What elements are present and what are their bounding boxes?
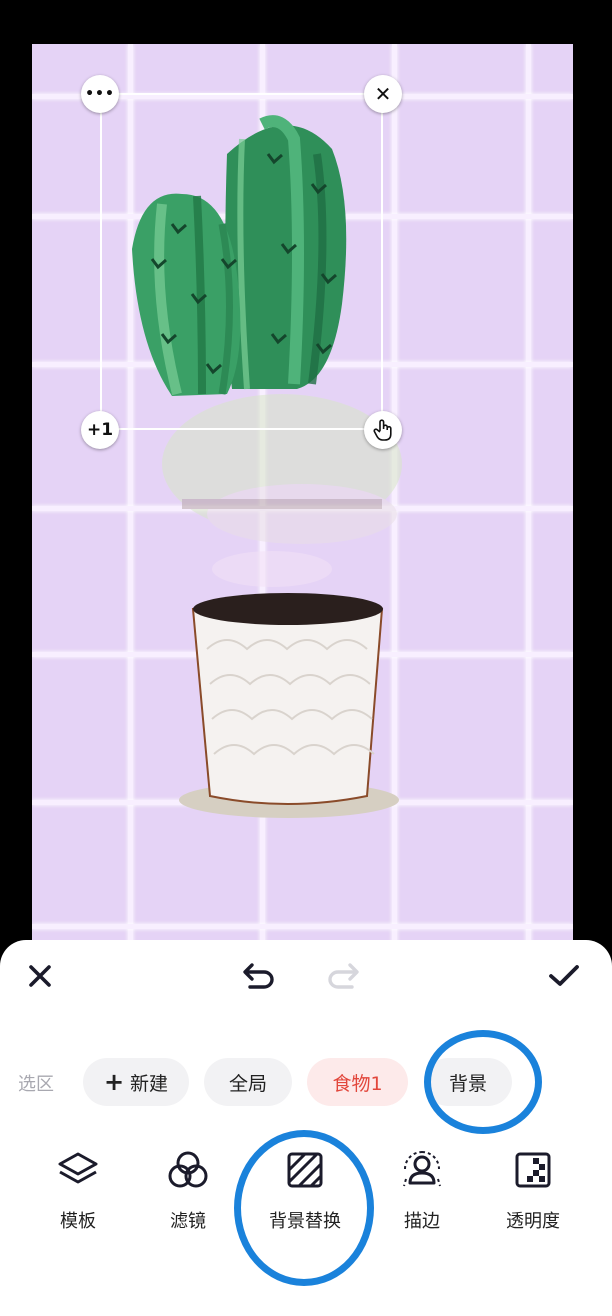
tool-template[interactable]: 模板 [30,1145,126,1233]
layers-icon [58,1152,98,1184]
chip-food-1[interactable]: 食物1 [307,1058,408,1106]
undo-button[interactable] [240,956,280,996]
background-replace-icon [287,1152,323,1188]
duplicate-handle[interactable]: +1 [81,411,119,449]
plus-icon: + [103,1068,125,1096]
tool-filter[interactable]: 滤镜 [140,1145,236,1233]
edit-toolbar [0,940,612,1010]
chip-global[interactable]: 全局 [204,1058,292,1106]
tool-label: 滤镜 [170,1211,206,1232]
drag-handle[interactable] [364,411,402,449]
chip-label: 全局 [228,1072,267,1095]
chip-new[interactable]: + 新建 [83,1058,189,1106]
duplicate-label: +1 [86,420,114,440]
tool-label: 背景替换 [269,1211,341,1232]
tool-bar: 模板 滤镜 背景替换 描边 透明度 [0,1145,612,1245]
tool-label: 描边 [404,1211,440,1232]
cancel-button[interactable] [20,956,60,996]
selection-box[interactable] [100,93,383,430]
chip-label: 食物1 [332,1072,383,1095]
chip-label: 新建 [130,1072,169,1095]
selection-chips: 选区 + 新建 全局 食物1 背景 [0,1058,612,1108]
close-icon: ✕ [374,82,392,106]
tool-label: 透明度 [506,1211,560,1232]
check-icon [549,965,579,986]
tool-label: 模板 [60,1211,96,1232]
transparency-icon [515,1152,551,1188]
selection-section-label: 选区 [18,1074,54,1095]
outline-person-icon [403,1151,441,1187]
tool-background-replace[interactable]: 背景替换 [257,1145,353,1233]
more-icon: ••• [85,86,115,102]
redo-icon [328,963,359,989]
redo-button[interactable] [322,956,362,996]
more-options-handle[interactable]: ••• [81,75,119,113]
filter-circles-icon [168,1151,208,1188]
chip-background[interactable]: 背景 [424,1058,512,1106]
tool-outline[interactable]: 描边 [374,1145,470,1233]
close-icon [29,965,51,987]
edit-panel: 选区 + 新建 全局 食物1 背景 模板 滤镜 背景替换 描边 透明度 [0,940,612,1316]
undo-icon [243,963,274,989]
tool-transparency[interactable]: 透明度 [485,1145,581,1233]
remove-handle[interactable]: ✕ [364,75,402,113]
chip-label: 背景 [448,1072,487,1095]
hand-pointer-icon [373,419,392,441]
confirm-button[interactable] [544,956,584,996]
